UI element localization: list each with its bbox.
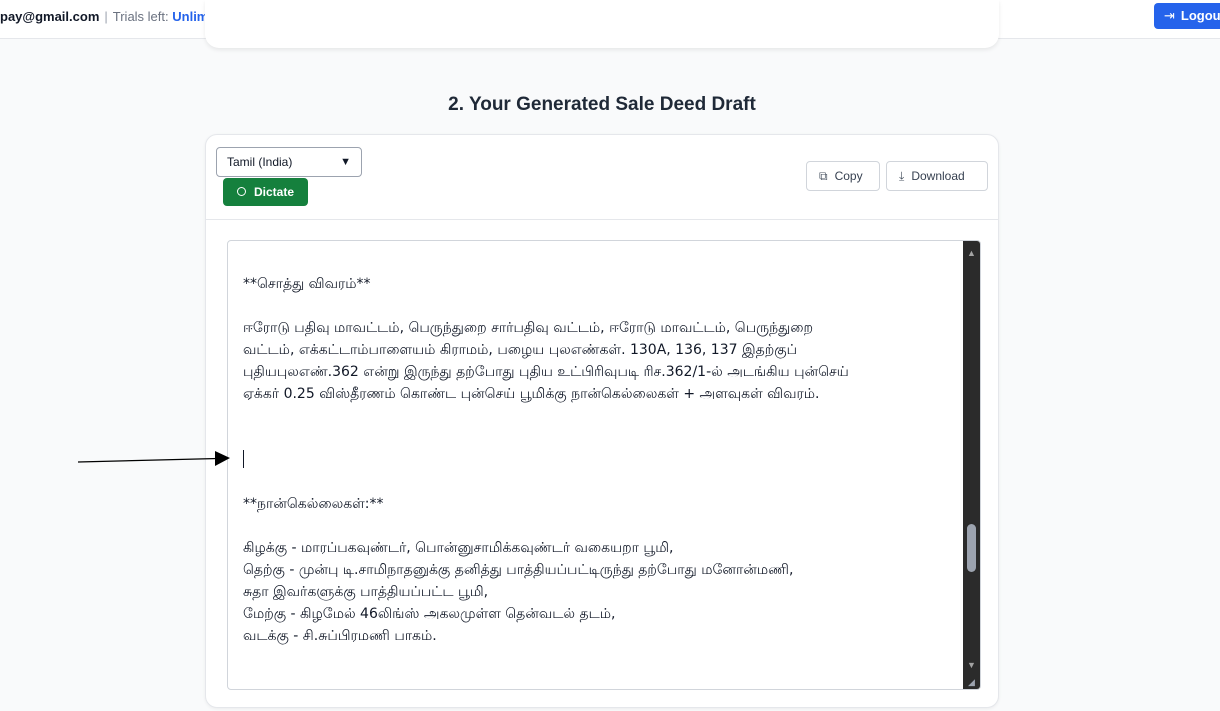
dictate-label: Dictate xyxy=(254,185,295,199)
editor-scrollbar[interactable]: ▲ ▼ xyxy=(963,241,980,689)
boundary-line: கிழக்கு - மாரப்பகவுண்டர், பொன்னுசாமிக்கவ… xyxy=(243,540,674,556)
copy-label: Copy xyxy=(834,169,863,183)
draft-content: **சொத்து விவரம்** ஈரோடு பதிவு மாவட்டம், … xyxy=(243,241,953,647)
property-line: புதியபுலஎண்.362 என்று இருந்து தற்போது பு… xyxy=(243,364,849,380)
logout-label: Logout xyxy=(1180,8,1220,23)
property-line: வட்டம், எக்கட்டாம்பாளையம் கிராமம், பழைய … xyxy=(243,342,798,358)
download-button[interactable]: ⤓ Download xyxy=(886,161,988,191)
language-select[interactable]: Tamil (India) ▼ xyxy=(216,147,362,177)
copy-icon: ⧉ xyxy=(819,169,828,183)
section-title: 2. Your Generated Sale Deed Draft xyxy=(448,94,756,115)
scroll-up-icon[interactable]: ▲ xyxy=(963,245,980,261)
arrow-annotation xyxy=(78,451,230,466)
boundary-line: வடக்கு - சி.சுப்பிரமணி பாகம். xyxy=(243,628,437,644)
property-heading: **சொத்து விவரம்** xyxy=(243,276,371,292)
text-cursor xyxy=(243,450,244,468)
property-line: ஈரோடு பதிவு மாவட்டம், பெருந்துறை சார்பதி… xyxy=(243,320,814,336)
resize-handle-icon[interactable]: ◢ xyxy=(968,677,978,687)
draft-card: Tamil (India) ▼ Dictate ⧉ Copy ⤓ Download … xyxy=(205,134,999,708)
draft-toolbar: Tamil (India) ▼ Dictate ⧉ Copy ⤓ Download xyxy=(206,135,998,220)
download-label: Download xyxy=(911,169,965,183)
language-selected: Tamil (India) xyxy=(227,155,293,169)
trials-label: Trials left: xyxy=(112,9,169,24)
previous-section-card xyxy=(205,0,999,48)
user-email: pay@gmail.com xyxy=(0,9,100,24)
logout-button[interactable]: ⇥ Logout xyxy=(1154,3,1220,29)
text-cursor-line xyxy=(243,449,953,471)
scroll-down-icon[interactable]: ▼ xyxy=(963,657,980,673)
boundary-line: மேற்கு - கிழமேல் 46லிங்ஸ் அகலமுள்ள தென்வ… xyxy=(243,606,616,622)
chevron-down-icon: ▼ xyxy=(340,156,351,168)
boundary-line: தெற்கு - முன்பு டி.சாமிநாதனுக்கு தனித்து… xyxy=(243,562,794,578)
user-info: pay@gmail.com | Trials left: Unlimited xyxy=(0,9,231,24)
separator: | xyxy=(104,9,108,24)
scroll-thumb[interactable] xyxy=(967,524,976,572)
download-icon: ⤓ xyxy=(899,169,905,183)
boundaries-heading: **நான்கெல்லைகள்:** xyxy=(243,496,384,512)
property-line: ஏக்கர் 0.25 விஸ்தீரணம் கொண்ட புன்செய் பூ… xyxy=(243,386,820,402)
dictate-button[interactable]: Dictate xyxy=(223,178,308,206)
boundary-line: சுதா இவர்களுக்கு பாத்தியப்பட்ட பூமி, xyxy=(243,584,489,600)
partial-line xyxy=(243,241,953,251)
record-icon xyxy=(237,187,246,196)
draft-textarea[interactable]: **சொத்து விவரம்** ஈரோடு பதிவு மாவட்டம், … xyxy=(227,240,981,690)
copy-button[interactable]: ⧉ Copy xyxy=(806,161,880,191)
logout-icon: ⇥ xyxy=(1164,8,1175,23)
